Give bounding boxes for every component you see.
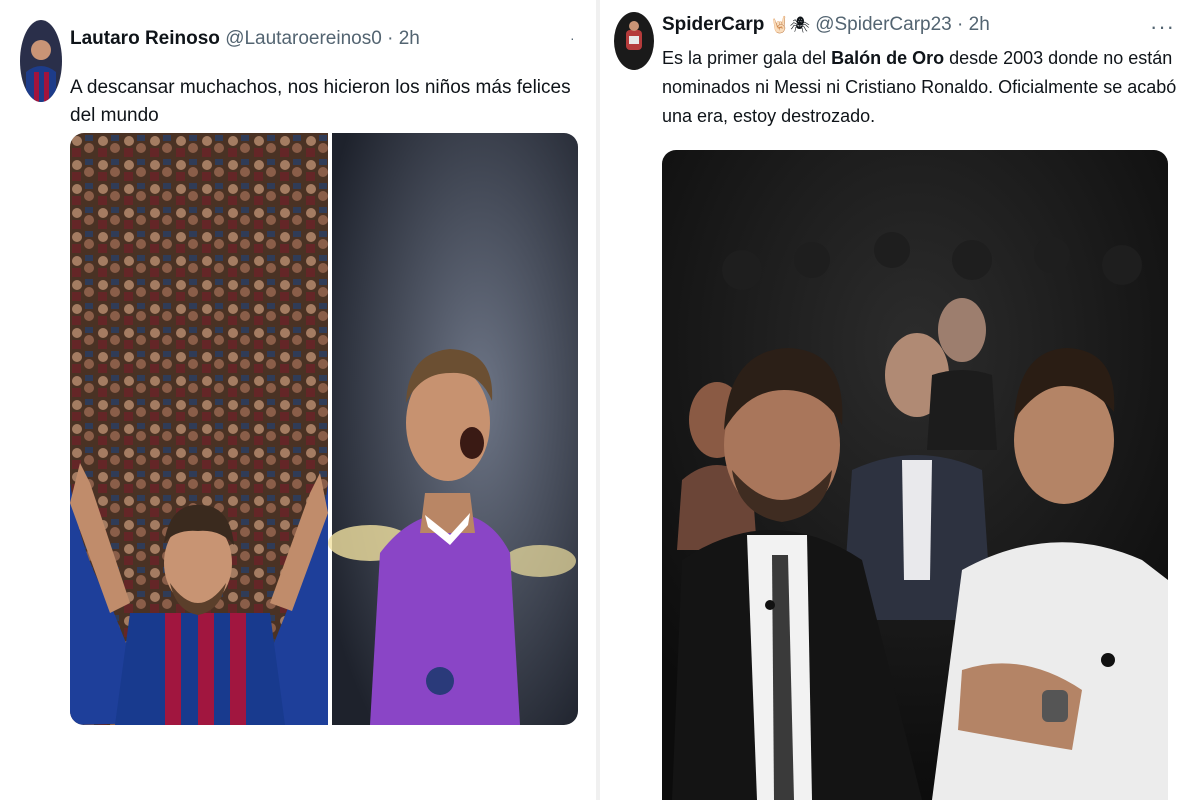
avatar[interactable] <box>614 12 654 70</box>
messi-photo <box>70 133 328 725</box>
tweet-header: SpiderCarp 🤘🏻🕷 @SpiderCarp23 · 2h <box>662 14 990 36</box>
tweet-text-start: Es la primer gala del <box>662 48 832 68</box>
more-options-icon[interactable]: ··· <box>1150 14 1175 40</box>
ronaldo-photo <box>328 133 578 725</box>
gala-photo <box>662 150 1168 800</box>
avatar[interactable] <box>20 20 62 102</box>
tweet-text-bold: Balón de Oro <box>831 48 945 68</box>
more-options-icon[interactable]: · <box>570 30 576 46</box>
timestamp[interactable]: · 2h <box>387 28 420 49</box>
tweet-media[interactable] <box>70 133 578 725</box>
photo-collage <box>70 133 578 725</box>
emoji-icon: 🤘🏻🕷 <box>769 17 810 34</box>
handle[interactable]: @SpiderCarp23 <box>815 14 952 35</box>
tweet-spidercarp: SpiderCarp 🤘🏻🕷 @SpiderCarp23 · 2h ··· Es… <box>600 0 1200 800</box>
tweet-lautaro: Lautaro Reinoso @Lautaroereinos0 · 2h · … <box>0 0 596 800</box>
tweet-header: Lautaro Reinoso @Lautaroereinos0 · 2h <box>70 28 420 50</box>
tweet-text: A descansar muchachos, nos hicieron los … <box>70 77 571 126</box>
handle[interactable]: @Lautaroereinos0 <box>225 28 382 49</box>
tweet-media[interactable] <box>662 150 1168 800</box>
display-name[interactable]: SpiderCarp <box>662 14 764 35</box>
timestamp[interactable]: · 2h <box>957 14 990 35</box>
tweet-text: Es la primer gala del Balón de Oro desde… <box>662 44 1182 131</box>
display-name[interactable]: Lautaro Reinoso <box>70 28 220 49</box>
